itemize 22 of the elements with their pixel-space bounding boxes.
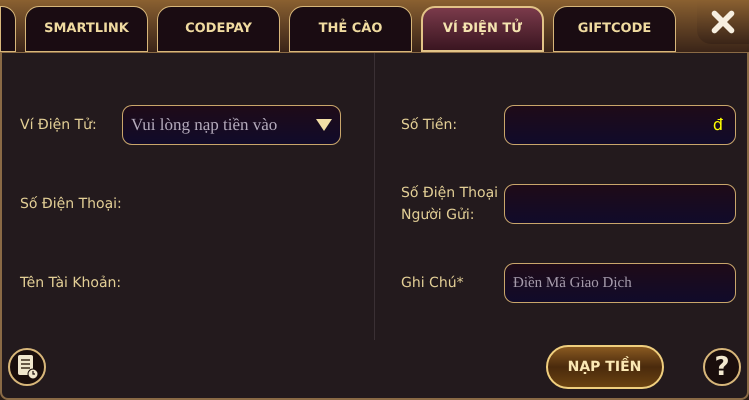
field-label: Số Điện Thoại: — [20, 194, 122, 214]
tab-stub — [0, 6, 16, 52]
deposit-button[interactable]: NẠP TIỀN — [546, 345, 664, 389]
tab[interactable]: GIFTCODE — [553, 6, 676, 52]
tab[interactable]: VÍ ĐIỆN TỬ — [421, 6, 544, 52]
dropdown-caret-icon — [316, 119, 332, 131]
field-label: Ví Điện Tử: — [20, 116, 98, 134]
document-clock-icon — [15, 354, 39, 380]
currency-suffix: đ — [712, 114, 723, 136]
tab[interactable]: CODEPAY — [157, 6, 280, 52]
amount-field[interactable]: đ — [504, 105, 736, 145]
field-label: Tên Tài Khoản: — [20, 274, 122, 292]
field-label: Số Điện Thoại Người Gửi: — [401, 184, 500, 225]
wallet-dropdown[interactable]: Vui lòng nạp tiền vào — [122, 105, 341, 145]
tab[interactable]: SMARTLINK — [25, 6, 148, 52]
input-field[interactable]: Điền Mã Giao Dịch — [504, 263, 736, 303]
tab[interactable]: THẺ CÀO — [289, 6, 412, 52]
input-field[interactable] — [504, 184, 736, 224]
help-button[interactable]: ? — [703, 348, 741, 386]
field-label: Ghi Chú* — [401, 274, 465, 293]
field-label: Số Tiền: — [401, 116, 458, 135]
history-button[interactable] — [8, 348, 46, 386]
